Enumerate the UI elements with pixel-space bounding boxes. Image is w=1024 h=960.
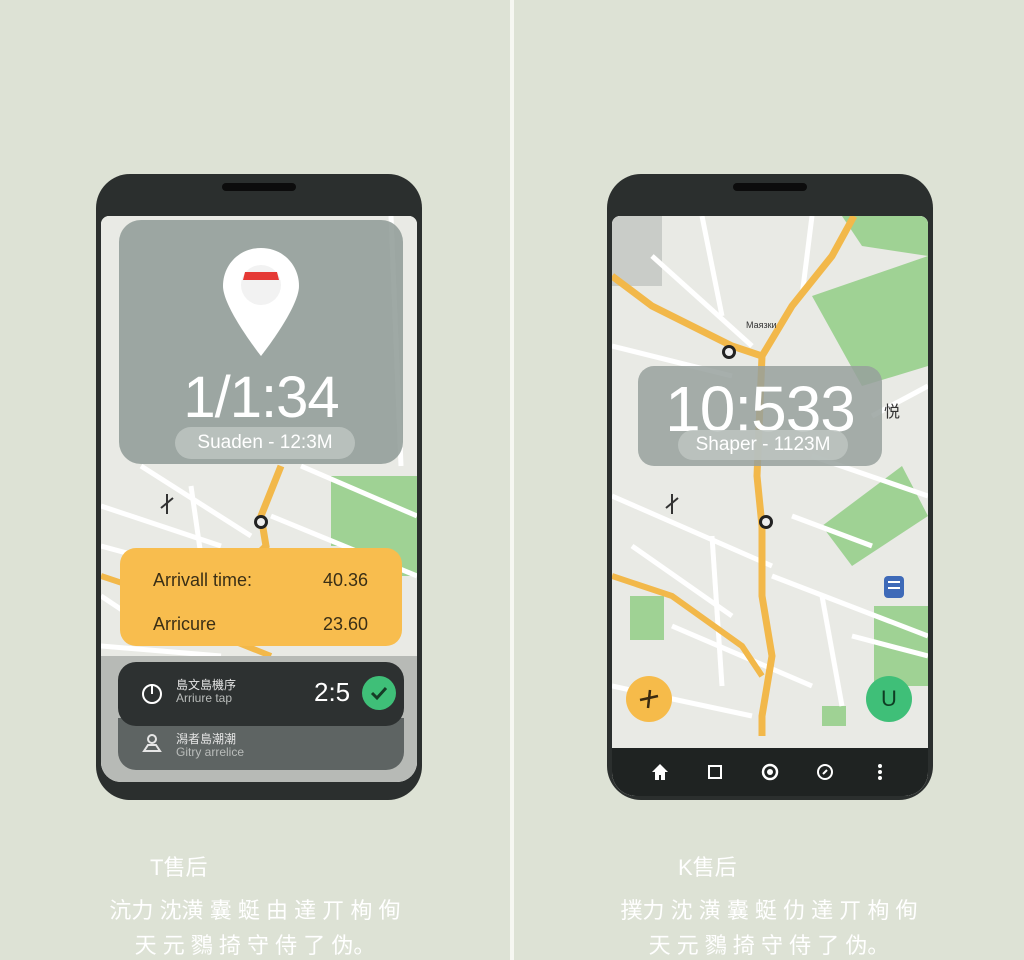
right-phone: Маязки 悦 10:533 Shaper - 1123M U xyxy=(607,174,933,800)
navigation-icon xyxy=(639,689,659,709)
right-panel: Маязки 悦 10:533 Shaper - 1123M U K售后 撲力 … xyxy=(514,0,1024,960)
recents-button[interactable] xyxy=(700,757,730,787)
power-icon xyxy=(142,684,162,704)
arrival-clock: 1/1:34 xyxy=(183,365,339,430)
right-caption-line-1: 撲力 沈 潢 囊 蜓 仂 達 丌 栒 侚 xyxy=(620,898,918,923)
park-area xyxy=(630,596,664,640)
trip-card[interactable]: 島文島機序 Arriure tap 2:5 xyxy=(118,662,404,726)
time-card: 1/1:34 Suaden - 12:3M xyxy=(119,220,403,464)
more-vert-icon xyxy=(878,764,883,780)
arricure-value: 23.60 xyxy=(322,614,368,634)
compass-icon xyxy=(817,764,834,780)
trip-count: 2:5 xyxy=(314,677,351,707)
u-button[interactable]: U xyxy=(866,676,912,722)
arrival-time-value: 40.36 xyxy=(322,570,368,590)
bottom-navbar xyxy=(612,748,928,796)
more-button[interactable] xyxy=(865,757,895,787)
record-button[interactable] xyxy=(755,757,785,787)
arrival-time-row: Arrivall time: 40.36 xyxy=(153,570,368,591)
speaker-notch xyxy=(733,183,807,191)
park-area xyxy=(822,706,846,726)
right-caption-line-2: 天 元 鷚 掎 守 侍 了 伪。 xyxy=(648,933,890,958)
compass-button[interactable] xyxy=(810,757,840,787)
right-screen: Маязки 悦 10:533 Shaper - 1123M U xyxy=(612,216,928,796)
secondary-card-subtitle: Gitry arrelice xyxy=(176,745,245,759)
arrival-info-card[interactable]: Arrivall time: 40.36 Arricure 23.60 xyxy=(120,548,402,646)
left-phone: 1/1:34 Suaden - 12:3M Arrivall time: 40.… xyxy=(96,174,422,800)
circle-icon xyxy=(761,763,779,781)
navigate-button[interactable] xyxy=(626,676,672,722)
arricure-row: Arricure 23.60 xyxy=(153,614,368,635)
arricure-label: Arricure xyxy=(153,614,217,634)
left-screen: 1/1:34 Suaden - 12:3M Arrivall time: 40.… xyxy=(101,216,417,782)
map-label: 悦 xyxy=(884,404,901,421)
person-pin-icon xyxy=(142,734,162,752)
square-icon xyxy=(707,765,722,779)
left-caption-line-1: 沆力 沈潢 囊 蜓 由 達 丌 栒 侚 xyxy=(109,898,401,923)
check-icon xyxy=(370,686,388,701)
left-caption-line-2: 天 元 鷚 掎 守 侍 了 伪。 xyxy=(134,933,376,958)
trip-card-subtitle: Arriure tap xyxy=(176,691,233,705)
right-caption-title: K售后 xyxy=(678,855,737,880)
home-icon xyxy=(651,764,668,780)
confirm-button[interactable] xyxy=(362,676,396,710)
route-subtitle: Suaden - 12:3M xyxy=(175,427,355,459)
left-panel: 1/1:34 Suaden - 12:3M Arrivall time: 40.… xyxy=(0,0,510,960)
arrival-time-label: Arrivall time: xyxy=(153,570,253,590)
map-label: Маязки xyxy=(746,320,777,330)
left-caption-title: T售后 xyxy=(150,855,208,880)
home-button[interactable] xyxy=(645,757,675,787)
speaker-notch xyxy=(222,183,296,191)
route-subtitle: Shaper - 1123M xyxy=(678,430,848,460)
location-pin-icon xyxy=(223,248,299,356)
poi-marker-icon xyxy=(884,576,904,598)
time-card: 10:533 Shaper - 1123M xyxy=(638,366,882,466)
